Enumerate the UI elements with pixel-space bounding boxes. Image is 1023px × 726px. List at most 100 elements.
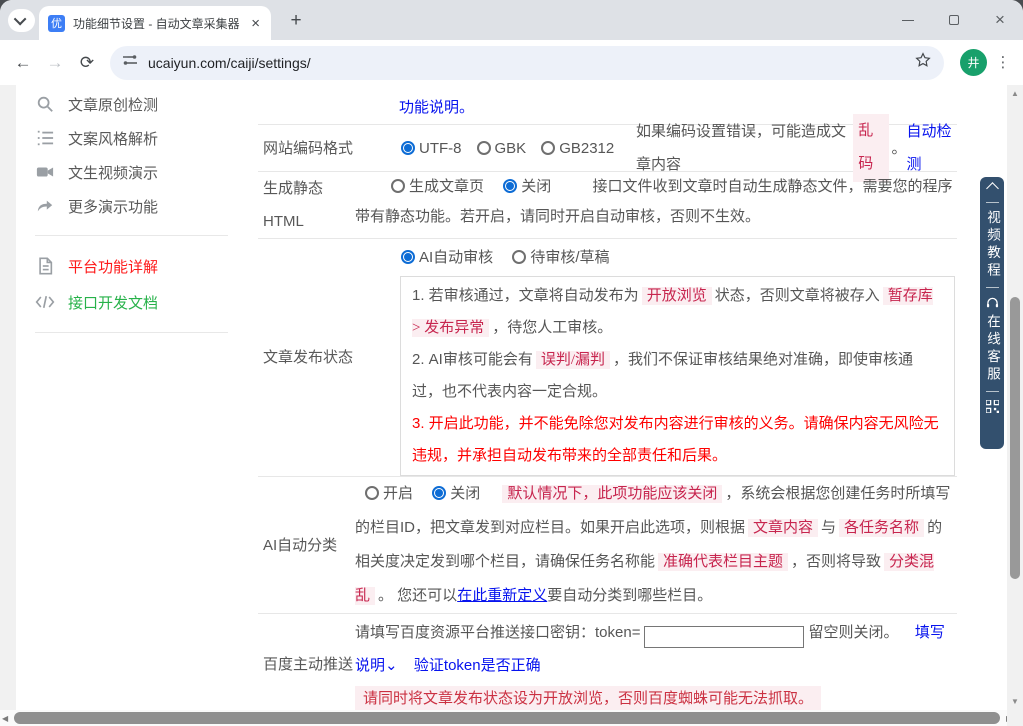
liability-warning: 3. 开启此功能，并不能免除您对发布内容进行审核的义务。请确保内容无风险无违规，…	[412, 415, 939, 464]
minimize-icon	[902, 19, 914, 21]
radio-icon	[365, 486, 379, 500]
scroll-left-icon[interactable]: ◀	[2, 714, 8, 723]
misjudge-highlight: 误判/漏判	[535, 351, 611, 369]
sidebar-item-label: 接口开发文档	[68, 294, 159, 312]
browser-window: 优 功能细节设置 - 自动文章采集器 × + × ← → ⟳ ucaiyun.c…	[0, 0, 1023, 726]
online-service-button[interactable]: 在线客服	[980, 314, 1004, 384]
video-tutorial-button[interactable]: 视频教程	[980, 210, 1004, 280]
radio-category-on[interactable]: 开启	[365, 485, 413, 502]
vertical-scrollbar-thumb[interactable]	[1010, 297, 1020, 579]
row-intro: 功能说明。	[258, 85, 957, 125]
token-hint: 请填写百度资源平台推送接口密钥：token=	[355, 624, 641, 641]
sidebar-item-style-analysis[interactable]: 文案风格解析	[35, 121, 256, 155]
sidebar: 文章原创检测 文案风格解析 文生视频演示 更多演示功能 平台功能详解 接口开发文…	[16, 87, 256, 345]
scrollbar-corner	[1007, 710, 1023, 726]
row-publish-status: 文章发布状态 AI自动审核 待审核/草稿 1. 若审核通过，文章将自动发布为 开放…	[258, 239, 957, 477]
radio-gbk[interactable]: GBK	[476, 132, 526, 165]
radio-ai-review[interactable]: AI自动审核	[401, 249, 493, 266]
floating-help-panel: 视频教程 在线客服	[980, 177, 1004, 449]
row-label: AI自动分类	[263, 536, 338, 554]
sidebar-item-originality-check[interactable]: 文章原创检测	[35, 87, 256, 121]
search-icon	[35, 94, 55, 114]
back-button[interactable]: ←	[8, 48, 38, 78]
radio-generate-page[interactable]: 生成文章页	[391, 178, 484, 195]
site-favicon-icon: 优	[48, 14, 65, 32]
sidebar-item-label: 文案风格解析	[68, 130, 159, 148]
radio-utf8[interactable]: UTF-8	[401, 132, 462, 165]
bookmark-star-icon[interactable]	[914, 51, 932, 74]
site-settings-icon[interactable]	[122, 52, 138, 73]
back-to-top-icon[interactable]	[985, 182, 999, 195]
article-content-highlight: 文章内容	[748, 519, 819, 537]
restore-button[interactable]	[931, 0, 977, 40]
url-text[interactable]: ucaiyun.com/caiji/settings/	[148, 55, 904, 71]
browser-menu-button[interactable]: ⋮	[995, 55, 1011, 70]
sidebar-divider	[35, 332, 228, 333]
panel-divider	[985, 391, 999, 392]
headset-icon[interactable]	[986, 296, 999, 313]
row-label: 文章发布状态	[263, 349, 354, 366]
radio-icon	[512, 250, 527, 264]
radio-pending-draft[interactable]: 待审核/草稿	[512, 249, 610, 266]
minimize-button[interactable]	[885, 0, 931, 40]
radio-icon	[401, 140, 415, 155]
row-baidu-push: 百度主动推送 请填写百度资源平台推送接口密钥：token= 留空则关闭。 填写说明…	[258, 614, 957, 716]
qr-code-icon[interactable]	[984, 399, 1000, 417]
page-content: 文章原创检测 文案风格解析 文生视频演示 更多演示功能 平台功能详解 接口开发文…	[0, 85, 1023, 726]
profile-avatar[interactable]: 井	[960, 49, 987, 76]
chevron-down-icon	[13, 12, 27, 26]
panel-divider	[985, 287, 999, 288]
document-icon	[35, 256, 55, 276]
sidebar-item-video-demo[interactable]: 文生视频演示	[35, 155, 256, 189]
browser-tab[interactable]: 优 功能细节设置 - 自动文章采集器 ×	[39, 6, 271, 40]
sidebar-item-label: 文生视频演示	[68, 164, 159, 182]
horizontal-scrollbar[interactable]: ◀ ▶	[0, 710, 1023, 726]
browser-titlebar: 优 功能细节设置 - 自动文章采集器 × + ×	[0, 0, 1023, 40]
radio-gb2312[interactable]: GB2312	[541, 132, 614, 165]
baidu-spider-warning: 请同时将文章发布状态设为开放浏览，否则百度蜘蛛可能无法抓取。	[355, 686, 822, 712]
row-label: 百度主动推送	[263, 656, 354, 673]
vertical-scrollbar[interactable]: ▲ ▼	[1007, 85, 1023, 710]
row-label: 网站编码格式	[263, 139, 354, 157]
redefine-categories-link[interactable]: 在此重新定义	[457, 587, 547, 604]
sidebar-item-platform-features[interactable]: 平台功能详解	[35, 248, 256, 284]
forward-button[interactable]: →	[40, 48, 70, 78]
sidebar-item-more-demos[interactable]: 更多演示功能	[35, 189, 256, 223]
restore-icon	[949, 12, 964, 25]
new-tab-button[interactable]: +	[283, 8, 309, 34]
feature-description-link[interactable]: 功能说明。	[399, 97, 474, 119]
reload-button[interactable]: ⟳	[72, 48, 102, 78]
address-bar[interactable]: ucaiyun.com/caiji/settings/	[110, 45, 944, 80]
radio-icon	[401, 250, 415, 264]
tab-title: 功能细节设置 - 自动文章采集器	[73, 16, 240, 31]
radio-icon	[541, 140, 556, 155]
baidu-token-input[interactable]	[644, 625, 805, 648]
sidebar-divider	[35, 235, 228, 236]
sidebar-item-label: 平台功能详解	[68, 258, 159, 276]
row-label	[258, 85, 355, 124]
left-scroll-track[interactable]	[0, 85, 16, 710]
horizontal-scrollbar-thumb[interactable]	[14, 712, 1000, 724]
publish-notes-box: 1. 若审核通过，文章将自动发布为 开放浏览 状态，否则文章将被存入 暂存库 > 发布…	[400, 276, 955, 476]
code-icon	[35, 292, 55, 312]
radio-icon	[476, 140, 491, 155]
tab-search-button[interactable]	[8, 9, 35, 32]
radio-static-off[interactable]: 关闭	[503, 178, 551, 195]
radio-category-off[interactable]: 关闭	[432, 485, 480, 502]
verify-token-link[interactable]: 验证token是否正确	[414, 657, 541, 674]
ordered-list-icon	[35, 128, 55, 148]
scroll-down-icon[interactable]: ▼	[1007, 697, 1023, 706]
radio-icon	[432, 486, 447, 500]
sidebar-item-api-docs[interactable]: 接口开发文档	[35, 284, 256, 320]
tab-close-icon[interactable]: ×	[250, 16, 261, 31]
browser-toolbar: ← → ⟳ ucaiyun.com/caiji/settings/ 井 ⋮	[0, 40, 1023, 85]
video-camera-icon	[35, 162, 55, 182]
settings-table: 功能说明。 网站编码格式 UTF-8 GBK GB2312 如果编码设置错误，可…	[258, 85, 957, 716]
radio-icon	[391, 179, 405, 193]
panel-divider	[985, 202, 999, 203]
scroll-up-icon[interactable]: ▲	[1007, 89, 1023, 98]
row-static-html: 生成静态HTML 生成文章页 关闭 接口文件收到文章时自动生成静态文件，需要您的…	[258, 172, 957, 239]
row-label: 生成静态HTML	[263, 180, 324, 230]
close-button[interactable]: ×	[977, 0, 1023, 40]
row-auto-category: AI自动分类 开启 关闭 默认情况下，此项功能应该关闭 ，系统会根据您创建任务时所…	[258, 477, 957, 614]
